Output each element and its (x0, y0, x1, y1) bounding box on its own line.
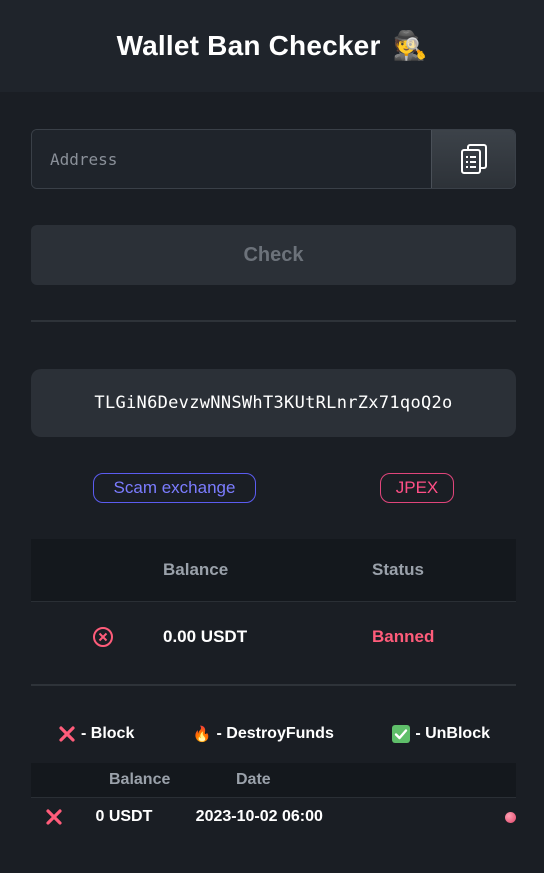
app-header: Wallet Ban Checker 🕵️ (0, 0, 544, 92)
status-table-header: Balance Status (31, 539, 516, 601)
balance-value: 0.00 USDT (163, 626, 248, 646)
status-badge: Banned (372, 626, 435, 646)
red-x-icon (59, 726, 75, 742)
clipboard-icon (460, 144, 487, 174)
green-check-icon (392, 725, 411, 743)
result-address: TLGiN6DevzwNNSWhT3KUtRLnrZx71qoQ2o (31, 369, 516, 437)
paste-button[interactable] (431, 130, 515, 188)
x-circle-icon (93, 626, 113, 647)
page-title: Wallet Ban Checker (116, 30, 381, 61)
history-date: 2023-10-02 06:00 (195, 808, 323, 825)
status-header: Status (372, 560, 424, 579)
tag-jpex: JPEX (380, 473, 454, 503)
divider (31, 684, 516, 686)
history-balance-header: Balance (109, 771, 171, 788)
legend-label: - Block (81, 725, 135, 742)
pink-dot-icon (505, 811, 516, 823)
history-table-header: Balance Date (31, 763, 516, 798)
divider (31, 320, 516, 322)
legend-item-destroy-funds: 🔥 - DestroyFunds (193, 725, 334, 743)
legend-label: - DestroyFunds (216, 725, 334, 742)
fire-icon: 🔥 (192, 726, 212, 743)
red-x-icon (46, 809, 62, 825)
address-input-group (31, 129, 516, 189)
detective-icon: 🕵️ (392, 30, 428, 61)
status-table: Balance Status 0.00 USDT Banned (31, 539, 516, 671)
table-row: 0.00 USDT Banned (31, 601, 516, 671)
legend-item-block: - Block (58, 725, 134, 743)
history-balance: 0 USDT (95, 808, 153, 825)
check-button[interactable]: Check (31, 225, 516, 285)
history-table: Balance Date 0 USDT 2023-10-02 06:00 (31, 763, 516, 836)
legend: - Block 🔥 - DestroyFunds - UnBlock (31, 720, 516, 748)
balance-header: Balance (163, 560, 229, 579)
legend-label: - UnBlock (415, 725, 490, 742)
legend-item-unblock: - UnBlock (392, 725, 490, 743)
tag-scam-exchange: Scam exchange (93, 473, 256, 503)
history-date-header: Date (236, 771, 271, 788)
table-row: 0 USDT 2023-10-02 06:00 (31, 798, 516, 836)
address-input[interactable] (32, 130, 431, 188)
